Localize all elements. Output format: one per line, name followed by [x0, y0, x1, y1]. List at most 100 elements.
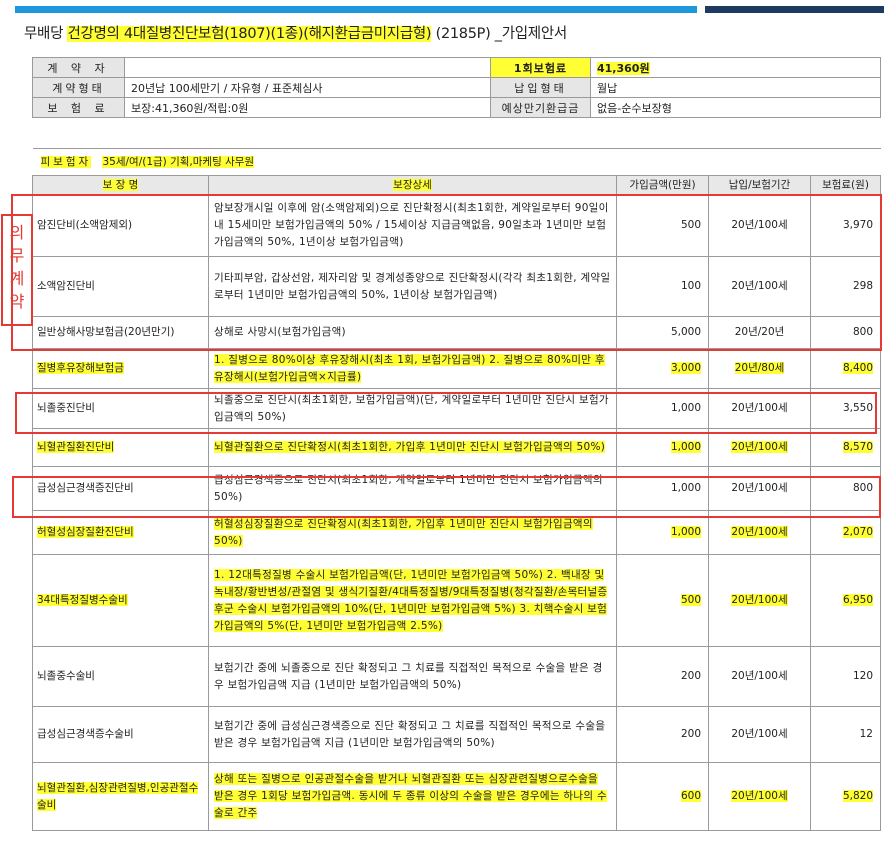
coverage-period-cell: 20년/100세	[708, 256, 811, 317]
coverage-amount: 200	[680, 670, 701, 682]
coverage-amount-cell: 200	[616, 646, 709, 707]
coverage-name-cell: 급성심근경색증진단비	[32, 466, 209, 511]
coverage-detail-cell: 보험기간 중에 뇌졸중으로 진단 확정되고 그 치료를 직접적인 목적으로 수술…	[208, 646, 617, 707]
coverage-name: 뇌졸중수술비	[37, 670, 95, 682]
coverage-name-cell: 34대특정질병수술비	[32, 554, 209, 647]
refund-label: 예상만기환급금	[490, 97, 591, 118]
coverage-amount: 1,000	[670, 482, 701, 494]
premium-label: 1회보험료	[490, 57, 591, 78]
coverage-detail: 상해로 사망시(보험가입금액)	[214, 326, 346, 338]
coverage-period-cell: 20년/100세	[708, 428, 811, 467]
coverage-amount: 500	[680, 219, 701, 231]
coverage-name-cell: 뇌졸중진단비	[32, 388, 209, 429]
insured-value: 35세/여/(1급) 기획,마케팅 사무원	[102, 155, 255, 168]
coverage-name: 암진단비(소액암제외)	[37, 219, 133, 231]
contract-type-label: 계약형태	[32, 77, 125, 98]
coverage-premium: 800	[852, 326, 873, 338]
coverage-amount: 1,000	[670, 441, 701, 453]
coverage-period: 20년/100세	[731, 594, 788, 606]
mandatory-char: 의	[9, 223, 25, 242]
title-prefix: 무배당	[24, 26, 64, 42]
payment-type-label: 납입형태	[490, 77, 591, 98]
coverage-name: 질병후유장해보험금	[37, 362, 124, 374]
coverage-detail-cell: 1. 12대특정질병 수술시 보험가입금액(단, 1년미만 보험가입금액 50%…	[208, 554, 617, 647]
coverage-name-cell: 뇌졸중수술비	[32, 646, 209, 707]
coverage-row: 뇌졸중진단비 뇌졸중으로 진단시(최초1회한, 보험가입금액)(단, 계약일로부터…	[32, 388, 881, 429]
contract-type-value: 20년납 100세만기 / 자유형 / 표준체심사	[124, 77, 491, 98]
coverage-amount: 100	[680, 280, 701, 292]
coverage-name: 급성심근경색증수술비	[37, 728, 134, 740]
contract-row-premium: 보 험 료 보장:41,360원/적립:0원 예상만기환급금 없음-순수보장형	[32, 97, 881, 118]
coverage-detail: 1. 12대특정질병 수술시 보험가입금액(단, 1년미만 보험가입금액 50%…	[214, 568, 608, 632]
coverage-name-cell: 일반상해사망보험금(20년만기)	[32, 316, 209, 349]
coverage-detail-cell: 상해로 사망시(보험가입금액)	[208, 316, 617, 349]
coverage-name-cell: 소액암진단비	[32, 256, 209, 317]
coverage-amount-cell: 1,000	[616, 388, 709, 429]
coverage-period: 20년/80세	[734, 362, 785, 374]
coverage-period: 20년/100세	[731, 280, 788, 292]
mandatory-char: 계	[9, 269, 25, 288]
coverage-premium: 2,070	[842, 526, 873, 538]
coverage-premium: 8,400	[842, 362, 873, 374]
coverage-name: 일반상해사망보험금(20년만기)	[37, 326, 175, 338]
coverage-row: 뇌혈관질환,심장관련질병,인공관절수술비 상해 또는 질병으로 인공관절수술을 받…	[32, 762, 881, 831]
coverage-premium: 800	[852, 482, 873, 494]
coverage-name-cell: 질병후유장해보험금	[32, 348, 209, 389]
coverage-name-cell: 뇌혈관질환진단비	[32, 428, 209, 467]
col-header-detail-text: 보장상세	[393, 178, 432, 191]
contract-summary-table: 계 약 자 1회보험료 41,360원 계약형태 20년납 100세만기 / 자…	[32, 57, 881, 118]
coverage-amount: 200	[680, 728, 701, 740]
coverage-amount-cell: 3,000	[616, 348, 709, 389]
col-header-amount: 가입금액(만원)	[616, 175, 709, 195]
coverage-detail-cell: 암보장개시일 이후에 암(소액암제외)으로 진단확정시(최초1회한, 계약일로부…	[208, 194, 617, 257]
col-header-name: 보 장 명	[32, 175, 209, 195]
col-header-period: 납입/보험기간	[708, 175, 811, 195]
coverage-name: 34대특정질병수술비	[37, 594, 128, 606]
coverage-premium: 3,970	[842, 219, 873, 231]
coverage-premium: 3,550	[842, 402, 873, 414]
coverage-period-cell: 20년/100세	[708, 388, 811, 429]
coverage-detail: 1. 질병으로 80%이상 후유장해시(최초 1회, 보험가입금액) 2. 질병…	[214, 353, 605, 383]
coverage-premium-cell: 3,550	[810, 388, 881, 429]
coverage-amount-cell: 5,000	[616, 316, 709, 349]
coverage-period: 20년/100세	[731, 402, 788, 414]
coverage-amount-cell: 1,000	[616, 428, 709, 467]
title-product-name: 건강명의 4대질병진단보험(1807)(1종)(해지환급금미지급형)	[67, 26, 432, 42]
refund-value: 없음-순수보장형	[590, 97, 881, 118]
coverage-detail: 암보장개시일 이후에 암(소액암제외)으로 진단확정시(최초1회한, 계약일로부…	[214, 202, 609, 248]
coverage-premium-cell: 120	[810, 646, 881, 707]
mandatory-contract-label: 의 무 계 약	[1, 214, 33, 326]
coverage-name: 소액암진단비	[37, 280, 95, 292]
coverage-premium: 12	[859, 728, 873, 740]
coverage-premium-cell: 12	[810, 706, 881, 763]
contract-row-contractor: 계 약 자 1회보험료 41,360원	[32, 57, 881, 78]
col-header-detail: 보장상세	[208, 175, 617, 195]
coverage-name: 허혈성심장질환진단비	[37, 526, 134, 538]
insured-cell: 피보험자 35세/여/(1급) 기획,마케팅 사무원	[32, 148, 881, 176]
coverage-detail: 뇌혈관질환으로 진단확정시(최초1회한, 가입후 1년미만 진단시 보험가입금액…	[214, 441, 606, 453]
coverage-amount-cell: 1,000	[616, 466, 709, 511]
coverage-row: 일반상해사망보험금(20년만기) 상해로 사망시(보험가입금액) 5,000 20년/…	[32, 316, 881, 349]
coverage-premium: 5,820	[842, 790, 873, 802]
coverage-period: 20년/100세	[731, 728, 788, 740]
coverage-detail: 상해 또는 질병으로 인공관절수술을 받거나 뇌혈관질환 또는 심장관련질병으로…	[214, 773, 607, 819]
coverage-amount-cell: 500	[616, 554, 709, 647]
coverage-detail: 보험기간 중에 급성심근경색증으로 진단 확정되고 그 치료를 직접적인 목적으…	[214, 719, 606, 749]
coverage-detail-cell: 뇌혈관질환으로 진단확정시(최초1회한, 가입후 1년미만 진단시 보험가입금액…	[208, 428, 617, 467]
coverage-row: 34대특정질병수술비 1. 12대특정질병 수술시 보험가입금액(단, 1년미만 …	[32, 554, 881, 647]
coverage-name-cell: 급성심근경색증수술비	[32, 706, 209, 763]
coverage-period-cell: 20년/20년	[708, 316, 811, 349]
coverage-premium-cell: 298	[810, 256, 881, 317]
coverage-premium-cell: 5,820	[810, 762, 881, 831]
coverage-name: 뇌졸중진단비	[37, 402, 95, 414]
coverage-premium-cell: 2,070	[810, 510, 881, 555]
coverage-row: 소액암진단비 기타피부암, 갑상선암, 제자리암 및 경계성종양으로 진단확정시(…	[32, 256, 881, 317]
premium-value-cell: 41,360원	[590, 57, 881, 78]
insured-label: 피보험자	[40, 155, 92, 168]
coverage-premium: 120	[852, 670, 873, 682]
coverage-detail: 허혈성심장질환으로 진단확정시(최초1회한, 가입후 1년미만 진단시 보험가입…	[214, 517, 593, 547]
contractor-label: 계 약 자	[32, 57, 125, 78]
coverage-premium-cell: 8,400	[810, 348, 881, 389]
coverage-period: 20년/100세	[731, 526, 788, 538]
coverage-detail: 기타피부암, 갑상선암, 제자리암 및 경계성종양으로 진단확정시(각각 최초1…	[214, 271, 611, 301]
